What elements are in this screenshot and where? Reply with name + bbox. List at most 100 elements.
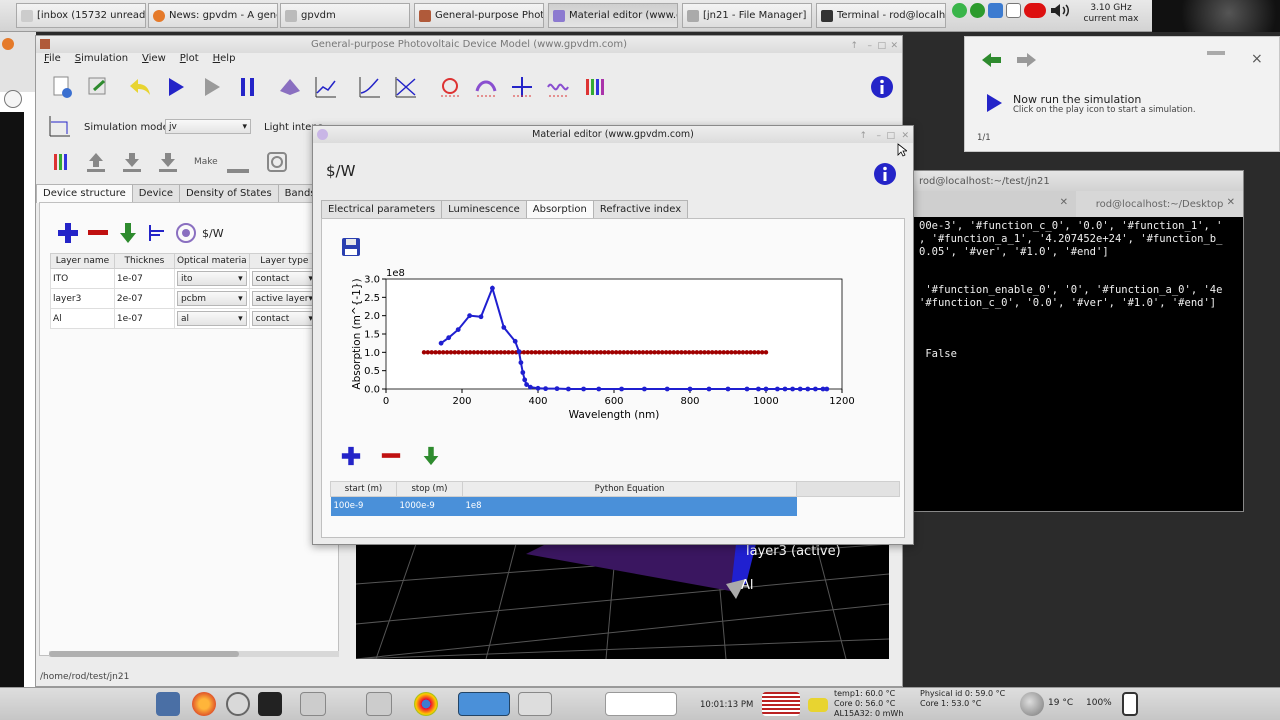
tab-refractive-index[interactable]: Refractive index xyxy=(592,200,689,218)
menu-plot[interactable]: Plot xyxy=(180,53,199,69)
col-python-equation[interactable]: Python Equation xyxy=(462,481,797,497)
col-stop[interactable]: stop (m) xyxy=(396,481,463,497)
optics-button[interactable] xyxy=(436,73,464,101)
info-button[interactable] xyxy=(868,73,896,101)
table-row[interactable]: ITO 1e-07 ito ▾ contact ▾ xyxy=(50,268,321,289)
optical-material-select[interactable]: al ▾ xyxy=(176,311,247,326)
layer-editor-button[interactable] xyxy=(144,219,172,247)
col-layer-name[interactable]: Layer name xyxy=(50,253,115,269)
mascot-icon[interactable] xyxy=(1024,3,1046,18)
table-row[interactable]: layer3 2e-07 pcbm ▾ active layer ▾ xyxy=(50,288,321,309)
terminal-tab-1[interactable]: ✕ xyxy=(909,191,1076,217)
material-icon[interactable] xyxy=(172,219,200,247)
maximize-icon[interactable]: □ xyxy=(886,128,895,145)
scrollbar-thumb[interactable] xyxy=(49,651,239,657)
terminal-icon[interactable] xyxy=(258,692,282,716)
flag-icon[interactable] xyxy=(762,692,800,716)
pause-button[interactable] xyxy=(234,73,262,101)
active-window-icon[interactable] xyxy=(458,692,510,716)
task-file-manager[interactable]: [jn21 - File Manager] xyxy=(682,3,812,28)
col-optical-material[interactable]: Optical materia xyxy=(173,253,250,269)
col-thickness[interactable]: Thicknes xyxy=(113,253,175,269)
wave-button[interactable] xyxy=(544,73,572,101)
layer-type-select[interactable]: contact ▾ xyxy=(251,311,317,326)
plot-button[interactable] xyxy=(356,73,384,101)
task-material-editor[interactable]: Material editor (www.gp... xyxy=(548,3,678,28)
volume-icon[interactable] xyxy=(1049,3,1071,18)
tab-electrical-parameters[interactable]: Electrical parameters xyxy=(321,200,443,218)
remove-layer-button[interactable] xyxy=(84,219,112,247)
spectrum-button[interactable] xyxy=(472,73,500,101)
col-layer-type[interactable]: Layer type xyxy=(248,253,321,269)
status-icon[interactable] xyxy=(970,3,985,18)
table-row[interactable]: Al 1e-07 al ▾ contact ▾ xyxy=(50,308,321,329)
add-layer-button[interactable] xyxy=(54,219,82,247)
network-icon[interactable] xyxy=(952,3,967,18)
tab-device[interactable]: Device xyxy=(131,184,180,203)
move-down-button[interactable] xyxy=(420,445,442,470)
emission-button[interactable] xyxy=(580,73,608,101)
fit-button[interactable] xyxy=(312,73,340,101)
3d-view-button[interactable] xyxy=(276,73,304,101)
task-terminal[interactable]: Terminal - rod@localhos... xyxy=(816,3,946,28)
bluetooth-icon[interactable] xyxy=(1006,3,1021,18)
run-simulation-button[interactable] xyxy=(162,73,190,101)
jv-plot-button[interactable] xyxy=(392,73,420,101)
close-icon[interactable]: ✕ xyxy=(1227,197,1235,208)
moon-icon[interactable] xyxy=(1020,692,1044,716)
tab-luminescence[interactable]: Luminescence xyxy=(441,200,527,218)
task-gpvdm-files[interactable]: gpvdm xyxy=(280,3,410,28)
clean-icon[interactable] xyxy=(227,169,249,173)
update-icon[interactable] xyxy=(988,3,1003,18)
undo-button[interactable] xyxy=(126,73,154,101)
clock-icon[interactable] xyxy=(226,692,250,716)
info-button[interactable] xyxy=(873,162,897,189)
forward-arrow-icon[interactable] xyxy=(1015,51,1039,72)
menu-simulation[interactable]: Simulation xyxy=(75,53,128,69)
minimize-icon[interactable] xyxy=(1207,51,1225,55)
tab-density-of-states[interactable]: Density of States xyxy=(178,184,279,203)
close-icon[interactable]: × xyxy=(1251,51,1263,67)
add-row-button[interactable] xyxy=(340,445,362,470)
menu-view[interactable]: View xyxy=(142,53,166,69)
window-icon[interactable] xyxy=(300,692,326,716)
col-start[interactable]: start (m) xyxy=(330,481,397,497)
firefox-icon[interactable] xyxy=(192,692,216,716)
table-row[interactable]: 100e-9 1000e-9 1e8 xyxy=(330,496,900,516)
new-simulation-button[interactable] xyxy=(48,73,76,101)
emission-icon[interactable] xyxy=(48,148,76,176)
optical-material-select[interactable]: pcbm ▾ xyxy=(176,291,247,306)
optical-material-select[interactable]: ito ▾ xyxy=(176,271,247,286)
bands-button[interactable] xyxy=(508,73,536,101)
task-inbox[interactable]: [inbox (15732 unread) - ... xyxy=(16,3,146,28)
clock[interactable]: 10:01:13 PM xyxy=(700,700,753,710)
remove-row-button[interactable] xyxy=(380,445,402,470)
device-3d-view[interactable]: layer3 (active) Al xyxy=(356,544,889,659)
menu-help[interactable]: Help xyxy=(213,53,236,69)
export-button[interactable] xyxy=(84,73,112,101)
back-arrow-icon[interactable] xyxy=(979,51,1003,72)
save-icon[interactable] xyxy=(341,237,361,260)
pin-icon[interactable]: ↑ xyxy=(859,128,867,145)
layer-type-select[interactable]: active layer ▾ xyxy=(251,291,317,306)
tab-device-structure[interactable]: Device structure xyxy=(36,184,133,203)
terminal-tab-2[interactable]: rod@localhost:~/Desktop ✕ xyxy=(1076,191,1243,217)
workspace-pager[interactable] xyxy=(605,692,677,716)
window-icon[interactable] xyxy=(366,692,392,716)
close-icon[interactable]: ✕ xyxy=(1060,197,1068,208)
minimize-icon[interactable]: – xyxy=(877,128,882,145)
chrome-icon[interactable] xyxy=(414,692,438,716)
sim-mode-select[interactable]: jv ▾ xyxy=(165,119,251,134)
window-icon[interactable] xyxy=(518,692,552,716)
horizontal-scrollbar[interactable] xyxy=(49,651,339,657)
power-icon[interactable] xyxy=(263,148,291,176)
upload-icon[interactable] xyxy=(82,148,110,176)
folder-icon[interactable] xyxy=(808,698,828,712)
task-news[interactable]: News: gpvdm - A gener... xyxy=(148,3,278,28)
layer-type-select[interactable]: contact ▾ xyxy=(251,271,317,286)
run-next-button[interactable] xyxy=(198,73,226,101)
import-icon[interactable] xyxy=(154,148,182,176)
download-icon[interactable] xyxy=(118,148,146,176)
battery-icon[interactable] xyxy=(1122,692,1138,716)
tab-absorption[interactable]: Absorption xyxy=(525,200,594,218)
